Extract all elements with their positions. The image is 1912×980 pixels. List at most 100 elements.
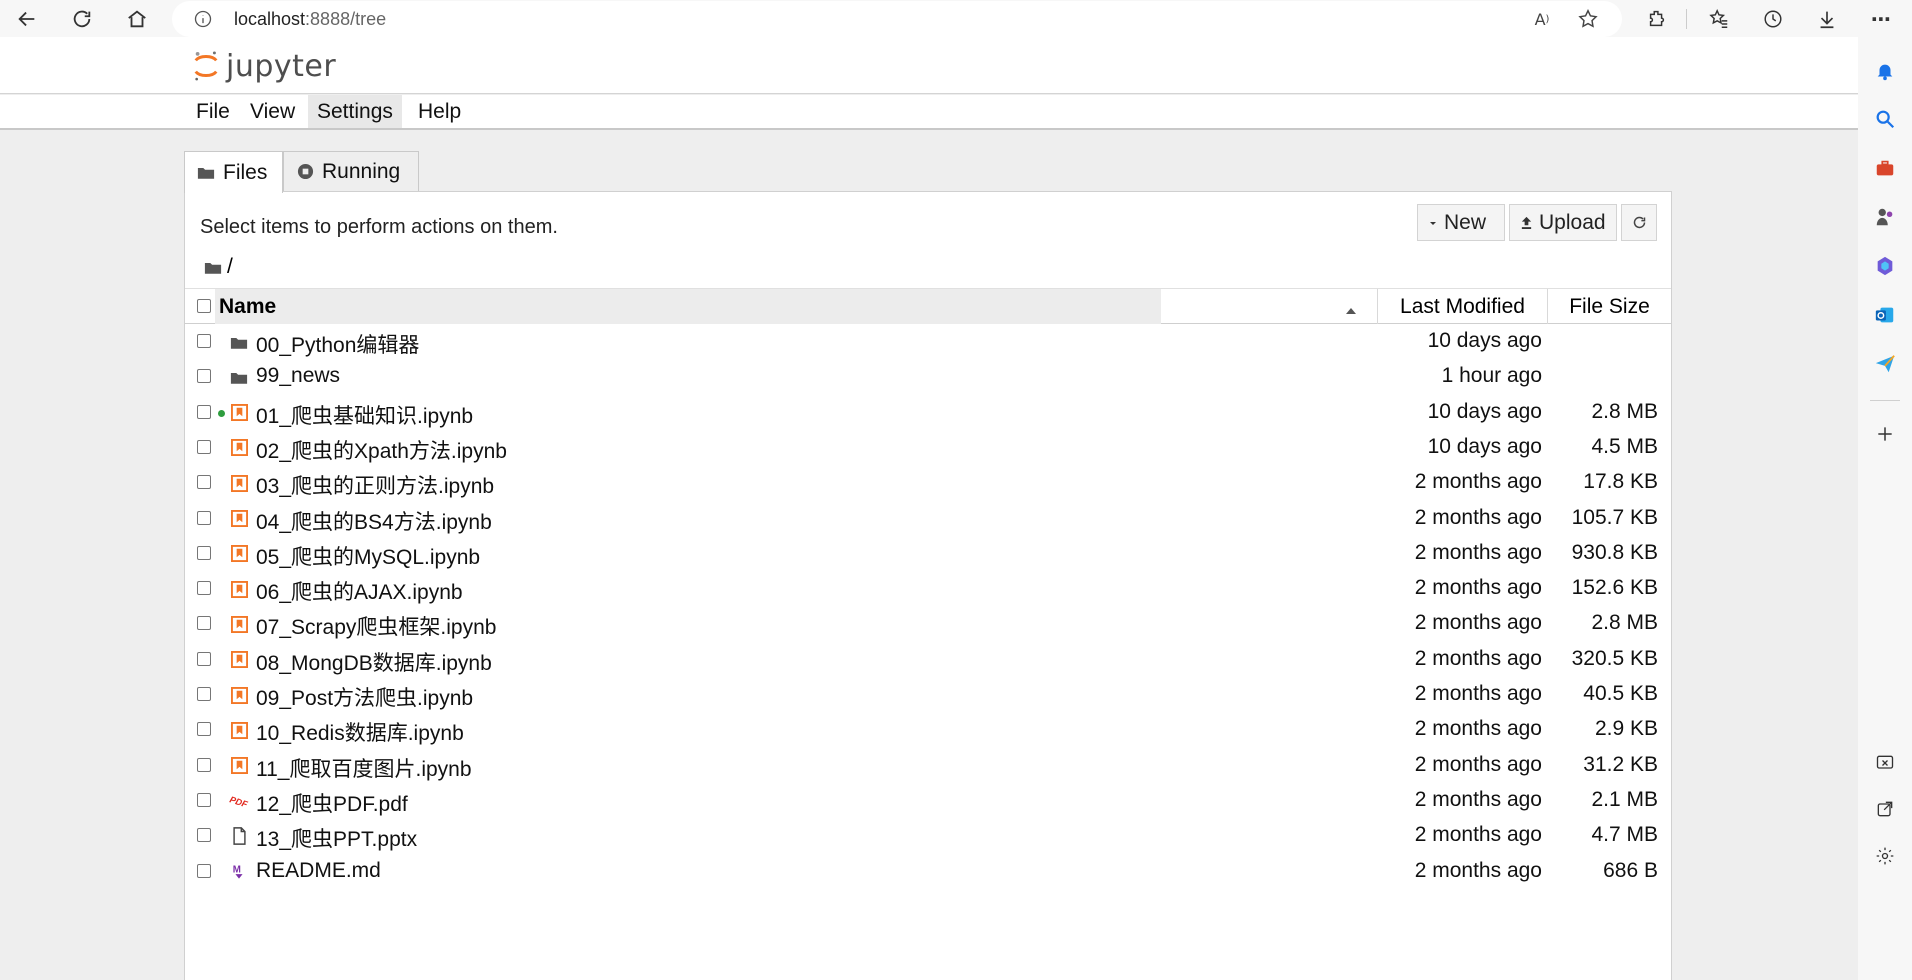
column-file-size[interactable]: File Size	[1547, 289, 1671, 324]
row-checkbox[interactable]	[197, 687, 211, 701]
sort-up-icon[interactable]	[1345, 302, 1357, 320]
favorites-icon[interactable]	[1704, 4, 1734, 34]
outlook-icon[interactable]	[1871, 301, 1899, 329]
file-name-link[interactable]: 07_Scrapy爬虫框架.ipynb	[256, 611, 496, 641]
file-row[interactable]: 11_爬取百度图片.ipynb 2 months ago 31.2 KB	[185, 748, 1671, 783]
row-checkbox[interactable]	[197, 439, 211, 454]
file-name-link[interactable]: README.md	[256, 859, 381, 883]
row-checkbox[interactable]	[197, 369, 211, 384]
file-row[interactable]: 03_爬虫的正则方法.ipynb 2 months ago 17.8 KB	[185, 465, 1671, 500]
new-button-label: New	[1444, 210, 1487, 234]
file-row[interactable]: 13_爬虫PPT.pptx 2 months ago 4.7 MB	[185, 818, 1671, 853]
address-bar[interactable]: localhost:8888/tree A)	[172, 1, 1622, 37]
row-checkbox[interactable]	[197, 616, 211, 631]
file-row[interactable]: 06_爬虫的AJAX.ipynb 2 months ago 152.6 KB	[185, 571, 1671, 606]
file-name-link[interactable]: 99_news	[256, 364, 340, 388]
file-name-link[interactable]: 00_Python编辑器	[256, 329, 419, 359]
select-all-checkbox[interactable]	[197, 299, 211, 313]
read-aloud-icon[interactable]: A)	[1530, 7, 1554, 31]
file-name-link[interactable]: 09_Post方法爬虫.ipynb	[256, 682, 473, 712]
menu-view[interactable]: View	[241, 95, 304, 128]
settings-gear-icon[interactable]	[1871, 842, 1899, 870]
file-name-link[interactable]: 08_MongDB数据库.ipynb	[256, 647, 492, 677]
folder-icon[interactable]	[204, 260, 222, 275]
file-size: 2.1 MB	[1591, 787, 1658, 811]
new-button[interactable]: New	[1417, 204, 1505, 241]
notebook-icon	[229, 544, 249, 564]
tab-files[interactable]: Files	[184, 151, 283, 193]
refresh-button[interactable]	[65, 2, 99, 36]
back-button[interactable]	[10, 2, 44, 36]
menu-file[interactable]: File	[187, 95, 239, 128]
open-external-icon[interactable]	[1871, 795, 1899, 823]
games-icon[interactable]	[1871, 203, 1899, 231]
row-checkbox[interactable]	[197, 475, 211, 490]
row-checkbox[interactable]	[197, 510, 211, 525]
favorite-star-icon[interactable]	[1576, 7, 1600, 31]
jupyter-logo[interactable]: jupyter	[192, 47, 336, 85]
file-row[interactable]: PDF 12_爬虫PDF.pdf 2 months ago 2.1 MB	[185, 783, 1671, 818]
history-icon[interactable]	[1758, 4, 1788, 34]
extensions-icon[interactable]	[1642, 4, 1672, 34]
file-row[interactable]: 09_Post方法爬虫.ipynb 2 months ago 40.5 KB	[185, 677, 1671, 712]
file-row[interactable]: 10_Redis数据库.ipynb 2 months ago 2.9 KB	[185, 712, 1671, 747]
file-name-link[interactable]: 02_爬虫的Xpath方法.ipynb	[256, 435, 507, 465]
file-name-link[interactable]: 04_爬虫的BS4方法.ipynb	[256, 506, 492, 536]
row-checkbox[interactable]	[197, 792, 211, 807]
file-size: 2.8 MB	[1591, 399, 1658, 423]
file-size: 31.2 KB	[1583, 752, 1658, 776]
file-name-link[interactable]: 05_爬虫的MySQL.ipynb	[256, 541, 480, 571]
file-row[interactable]: M README.md 2 months ago 686 B	[185, 854, 1671, 889]
row-checkbox[interactable]	[197, 722, 211, 737]
file-last-modified: 2 months ago	[1414, 717, 1542, 741]
tab-running[interactable]: Running	[283, 151, 419, 191]
file-row[interactable]: 04_爬虫的BS4方法.ipynb 2 months ago 105.7 KB	[185, 501, 1671, 536]
file-name-link[interactable]: 12_爬虫PDF.pdf	[256, 788, 408, 818]
row-checkbox[interactable]	[197, 828, 211, 843]
file-name-link[interactable]: 01_爬虫基础知识.ipynb	[256, 400, 473, 430]
row-checkbox[interactable]	[197, 757, 211, 772]
tab-running-label: Running	[322, 159, 401, 183]
file-row[interactable]: 99_news 1 hour ago	[185, 359, 1671, 394]
toolbox-icon[interactable]	[1871, 154, 1899, 182]
send-icon[interactable]	[1871, 350, 1899, 378]
search-icon[interactable]	[1871, 105, 1899, 133]
file-name-link[interactable]: 10_Redis数据库.ipynb	[256, 717, 464, 747]
download-icon[interactable]	[1812, 4, 1842, 34]
file-row[interactable]: 00_Python编辑器 10 days ago	[185, 324, 1671, 359]
row-checkbox[interactable]	[197, 334, 211, 348]
file-name-link[interactable]: 11_爬取百度图片.ipynb	[256, 753, 472, 783]
file-name-link[interactable]: 13_爬虫PPT.pptx	[256, 823, 417, 853]
url-text: localhost:8888/tree	[234, 9, 386, 30]
file-row[interactable]: 02_爬虫的Xpath方法.ipynb 10 days ago 4.5 MB	[185, 430, 1671, 465]
copilot-icon[interactable]	[1871, 252, 1899, 280]
add-icon[interactable]	[1871, 420, 1899, 448]
file-name-link[interactable]: 06_爬虫的AJAX.ipynb	[256, 576, 463, 606]
row-checkbox[interactable]	[197, 545, 211, 560]
file-name-link[interactable]: 03_爬虫的正则方法.ipynb	[256, 470, 494, 500]
folder-icon	[229, 332, 249, 352]
breadcrumb-root[interactable]: /	[227, 255, 233, 279]
column-last-modified[interactable]: Last Modified	[1377, 289, 1547, 324]
more-options-icon[interactable]: ⋯	[1866, 4, 1896, 34]
file-row[interactable]: 07_Scrapy爬虫框架.ipynb 2 months ago 2.8 MB	[185, 606, 1671, 641]
row-checkbox[interactable]	[197, 581, 211, 596]
file-last-modified: 2 months ago	[1414, 682, 1542, 705]
row-checkbox[interactable]	[197, 651, 211, 666]
info-icon[interactable]	[192, 8, 214, 30]
file-row[interactable]: 05_爬虫的MySQL.ipynb 2 months ago 930.8 KB	[185, 536, 1671, 571]
file-row[interactable]: 01_爬虫基础知识.ipynb 10 days ago 2.8 MB	[185, 395, 1671, 430]
upload-button[interactable]: Upload	[1509, 204, 1617, 241]
row-checkbox[interactable]	[197, 404, 211, 419]
home-button[interactable]	[120, 2, 154, 36]
row-checkbox[interactable]	[197, 863, 211, 878]
file-size: 2.9 KB	[1594, 717, 1658, 741]
refresh-list-button[interactable]	[1621, 204, 1657, 241]
menu-settings[interactable]: Settings	[308, 95, 402, 128]
upload-icon	[1520, 216, 1533, 229]
file-row[interactable]: 08_MongDB数据库.ipynb 2 months ago 320.5 KB	[185, 642, 1671, 677]
menu-help[interactable]: Help	[409, 95, 470, 128]
column-name[interactable]: Name	[215, 289, 1161, 324]
screenshot-icon[interactable]	[1871, 749, 1899, 777]
bell-icon[interactable]	[1871, 57, 1899, 85]
